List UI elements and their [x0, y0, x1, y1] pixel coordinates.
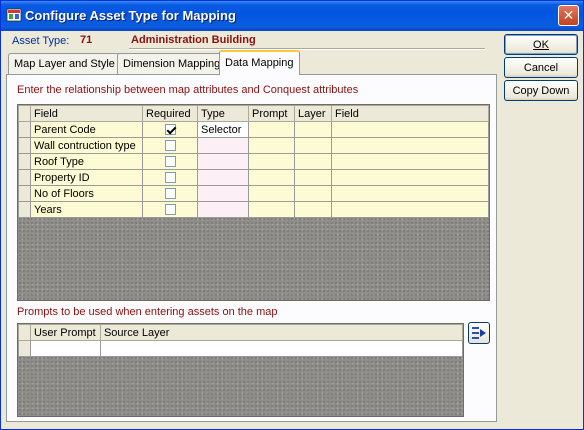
header-divider: [129, 48, 485, 50]
field-cell: No of Floors: [30, 185, 143, 202]
required-cell[interactable]: [142, 153, 198, 170]
layer-cell[interactable]: [294, 121, 332, 138]
row-selector[interactable]: [18, 201, 31, 218]
required-checkbox[interactable]: [164, 140, 176, 152]
required-checkbox[interactable]: [164, 172, 176, 184]
field-cell: Years: [30, 201, 143, 218]
table-row[interactable]: Wall contruction type: [18, 137, 489, 154]
layer-cell[interactable]: [294, 169, 332, 186]
layer-cell[interactable]: [294, 137, 332, 154]
field-cell: Roof Type: [30, 153, 143, 170]
dialog-window: Configure Asset Type for Mapping ✕ Asset…: [0, 0, 584, 430]
mapping-grid[interactable]: Field Required Type Prompt Layer Field P…: [17, 104, 490, 301]
field-cell: Wall contruction type: [30, 137, 143, 154]
map-field-cell[interactable]: [331, 201, 489, 218]
prompt-cell[interactable]: [248, 153, 295, 170]
table-row[interactable]: No of Floors: [18, 185, 489, 202]
column-header-layer[interactable]: Layer: [294, 105, 332, 122]
row-selector-header: [18, 324, 31, 341]
ok-button[interactable]: OK: [504, 34, 578, 55]
prompt-cell[interactable]: [248, 121, 295, 138]
tab-data-mapping[interactable]: Data Mapping: [219, 50, 300, 75]
row-selector[interactable]: [18, 185, 31, 202]
type-cell[interactable]: Selector: [197, 121, 249, 138]
row-selector[interactable]: [18, 169, 31, 186]
ok-button-label: OK: [533, 38, 549, 51]
map-field-cell[interactable]: [331, 137, 489, 154]
required-checkbox[interactable]: [164, 124, 176, 136]
required-cell[interactable]: [142, 169, 198, 186]
cancel-button[interactable]: Cancel: [504, 57, 578, 78]
table-row[interactable]: [18, 340, 464, 357]
field-cell: Parent Code: [30, 121, 143, 138]
close-button[interactable]: ✕: [558, 5, 579, 26]
copy-down-button[interactable]: Copy Down: [504, 80, 578, 101]
required-cell[interactable]: [142, 121, 198, 138]
row-selector[interactable]: [18, 121, 31, 138]
column-header-type[interactable]: Type: [197, 105, 249, 122]
mapping-header-row: Field Required Type Prompt Layer Field: [18, 105, 489, 122]
window-title: Configure Asset Type for Mapping: [25, 8, 236, 23]
table-row[interactable]: Roof Type: [18, 153, 489, 170]
prompt-cell[interactable]: [248, 201, 295, 218]
type-cell[interactable]: [197, 185, 249, 202]
asset-name: Administration Building: [131, 34, 256, 46]
prompt-cell[interactable]: [248, 169, 295, 186]
user-prompt-cell[interactable]: [29, 340, 101, 357]
table-row[interactable]: Years: [18, 201, 489, 218]
required-cell[interactable]: [142, 201, 198, 218]
required-checkbox[interactable]: [164, 188, 176, 200]
required-cell[interactable]: [142, 185, 198, 202]
tab-map-layer-and-style[interactable]: Map Layer and Style: [8, 53, 121, 74]
table-row[interactable]: Property ID: [18, 169, 489, 186]
column-header-field[interactable]: Field: [30, 105, 143, 122]
mapping-instruction: Enter the relationship between map attri…: [17, 84, 359, 96]
copy-down-button-label: Copy Down: [512, 84, 570, 97]
prompts-grid[interactable]: User Prompt Source Layer: [17, 323, 464, 417]
required-checkbox[interactable]: [164, 204, 176, 216]
map-field-cell[interactable]: [331, 185, 489, 202]
table-row[interactable]: Parent Code Selector: [18, 121, 489, 138]
app-icon: [6, 8, 22, 22]
cancel-button-label: Cancel: [523, 61, 559, 74]
column-header-required[interactable]: Required: [142, 105, 198, 122]
required-cell[interactable]: [142, 137, 198, 154]
tab-dimension-mapping[interactable]: Dimension Mapping: [117, 53, 227, 74]
column-header-prompt[interactable]: Prompt: [248, 105, 295, 122]
arrow-insert-icon: [472, 327, 486, 339]
source-layer-cell[interactable]: [99, 340, 464, 357]
map-field-cell[interactable]: [331, 121, 489, 138]
type-cell[interactable]: [197, 137, 249, 154]
required-checkbox[interactable]: [164, 156, 176, 168]
prompts-instruction: Prompts to be used when entering assets …: [17, 306, 278, 318]
close-icon: ✕: [562, 7, 575, 23]
tab-panel: Enter the relationship between map attri…: [6, 74, 497, 422]
map-field-cell[interactable]: [331, 169, 489, 186]
column-header-user-prompt[interactable]: User Prompt: [29, 324, 101, 341]
column-header-source-layer[interactable]: Source Layer: [99, 324, 464, 341]
title-bar[interactable]: Configure Asset Type for Mapping ✕: [1, 1, 583, 31]
mapping-table: Field Required Type Prompt Layer Field P…: [18, 105, 489, 218]
type-cell[interactable]: [197, 169, 249, 186]
prompts-header-row: User Prompt Source Layer: [18, 324, 464, 341]
asset-type-value: 71: [80, 34, 93, 46]
layer-cell[interactable]: [294, 153, 332, 170]
type-cell[interactable]: [197, 201, 249, 218]
row-selector[interactable]: [18, 340, 31, 357]
field-cell: Property ID: [30, 169, 143, 186]
insert-prompt-button[interactable]: [468, 322, 490, 344]
row-selector[interactable]: [18, 153, 31, 170]
row-selector-header: [18, 105, 31, 122]
row-selector[interactable]: [18, 137, 31, 154]
map-field-cell[interactable]: [331, 153, 489, 170]
type-cell[interactable]: [197, 153, 249, 170]
layer-cell[interactable]: [294, 201, 332, 218]
column-header-map-field[interactable]: Field: [331, 105, 489, 122]
prompt-cell[interactable]: [248, 185, 295, 202]
asset-type-label: Asset Type:: [12, 35, 70, 47]
layer-cell[interactable]: [294, 185, 332, 202]
prompts-table: User Prompt Source Layer: [18, 324, 464, 357]
prompt-cell[interactable]: [248, 137, 295, 154]
